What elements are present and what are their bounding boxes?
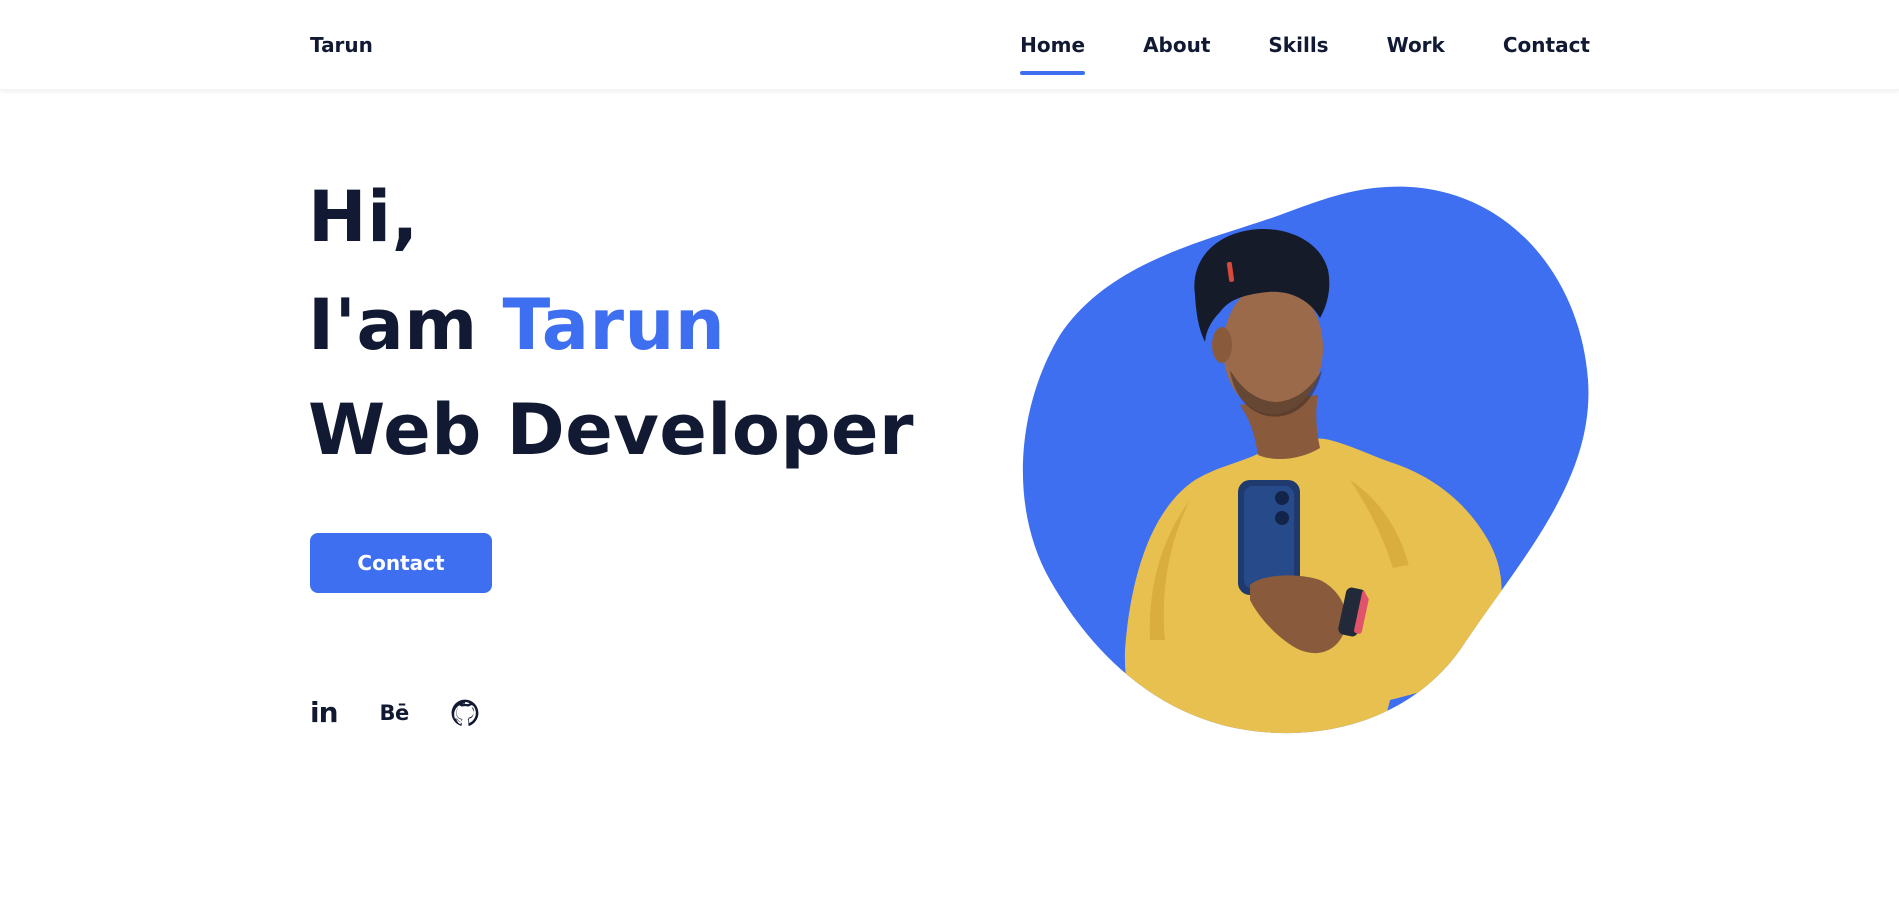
brand-logo[interactable]: Tarun [310,31,373,59]
linkedin-icon[interactable]: in [310,698,339,728]
hero-role: Web Developer [308,389,915,471]
hero-name: Tarun [502,284,726,366]
hero-greeting: Hi, [308,176,419,258]
nav-work[interactable]: Work [1387,31,1445,59]
nav-skills[interactable]: Skills [1268,31,1328,59]
contact-button[interactable]: Contact [310,533,492,593]
nav-about[interactable]: About [1143,31,1210,59]
social-links: in Bē [310,698,479,728]
github-glyph [451,699,479,726]
hero-intro-prefix: I'am [308,284,503,366]
site-header: Tarun Home About Skills Work Contact [0,0,1899,90]
nav-home[interactable]: Home [1020,31,1085,75]
nav-contact[interactable]: Contact [1503,31,1590,59]
hero-intro: I'am Tarun [308,280,725,370]
behance-icon[interactable]: Bē [380,698,410,728]
main-nav: Home About Skills Work Contact [1020,31,1590,75]
profile-photo [1022,186,1589,734]
github-icon[interactable] [451,698,479,728]
